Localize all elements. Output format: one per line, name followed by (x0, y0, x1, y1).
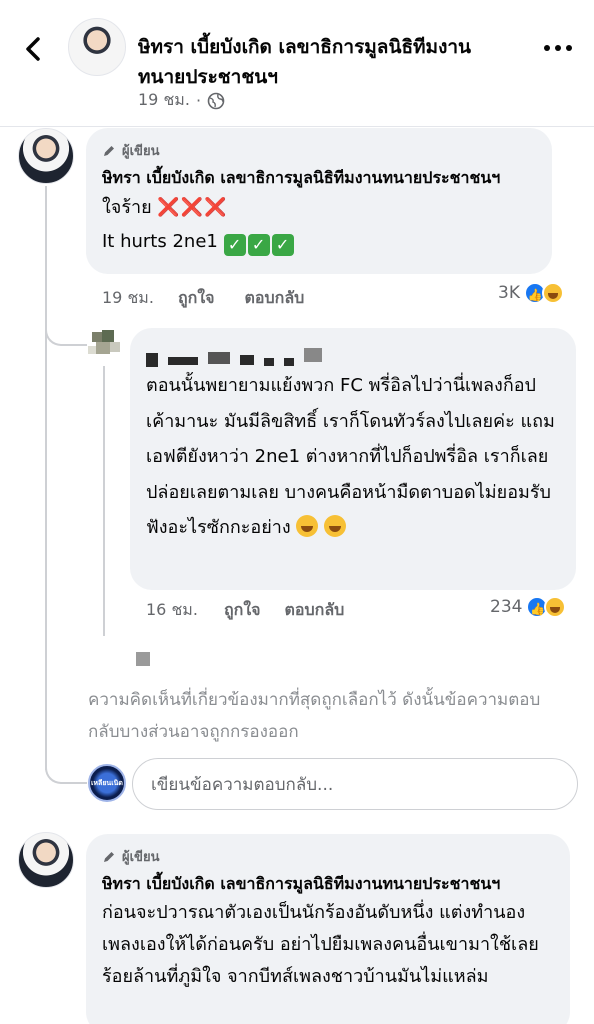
comment-actions: 19 ชม. ถูกใจ ตอบกลับ (102, 286, 304, 311)
comment-text: ก่อนจะปวารณาตัวเองเป็นนักร้องอันดับหนึ่ง… (102, 902, 539, 987)
comment-bubble: ผู้เขียน ษิทรา เบี้ยบังเกิด เลขาธิการมูล… (86, 128, 552, 274)
comment-text-line: ใจร้าย ❌❌❌ (102, 191, 536, 225)
thread-connector (45, 740, 87, 784)
reply-button[interactable]: ตอบกลับ (285, 598, 345, 623)
page-title[interactable]: ษิทรา เบี้ยบังเกิด เลขาธิการมูลนิธิทีมงา… (138, 32, 518, 92)
reply-thread-line (103, 366, 105, 636)
comment-text: It hurts 2ne1 (102, 231, 218, 252)
comment-time: 19 ชม. (102, 288, 154, 307)
haha-reaction-icon (541, 282, 564, 304)
chevron-left-icon (26, 37, 40, 61)
reply-text: ตอนนั้นพยายามแย้งพวก FC พรี่อิลไปว่านี่เ… (146, 368, 560, 546)
like-button[interactable]: ถูกใจ (224, 598, 261, 623)
author-avatar[interactable] (68, 18, 126, 76)
author-badge: ผู้เขียน (102, 846, 554, 867)
haha-reaction-icon (544, 596, 567, 618)
author-badge-label: ผู้เขียน (122, 850, 160, 865)
post-header: ษิทรา เบี้ยบังเกิด เลขาธิการมูลนิธิทีมงา… (0, 0, 594, 126)
cross-mark-icon: ❌❌❌ (157, 197, 228, 218)
check-mark-icon: ✓ (247, 234, 270, 256)
check-mark-icon: ✓ (223, 234, 246, 256)
reply-text-content: ตอนนั้นพยายามแย้งพวก FC พรี่อิลไปว่านี่เ… (146, 375, 555, 538)
reply-input-placeholder: เขียนข้อความตอบกลับ... (151, 774, 334, 795)
current-user-avatar: เหลียนเนิด (88, 764, 126, 802)
comment-text: ใจร้าย (102, 197, 152, 218)
meta-separator: · (195, 91, 202, 110)
like-button[interactable]: ถูกใจ (178, 286, 215, 311)
author-badge-label: ผู้เขียน (122, 144, 160, 159)
globe-icon (207, 92, 225, 109)
thread-connector (45, 310, 87, 346)
avatar-text: เหลียนเนิด (91, 779, 123, 787)
header-divider (0, 126, 594, 127)
reaction-count: 3K (498, 283, 520, 303)
dot-icon (544, 45, 550, 51)
reaction-summary[interactable]: 234 👍 (490, 596, 567, 618)
thread-line (45, 186, 47, 770)
reply-button[interactable]: ตอบกลับ (245, 286, 305, 311)
reaction-count: 234 (490, 597, 523, 617)
more-options-button[interactable] (540, 36, 576, 60)
pencil-icon (104, 851, 114, 862)
check-mark-icon: ✓ (271, 234, 294, 256)
comment-author-avatar[interactable] (18, 128, 74, 184)
filtered-replies-notice: ความคิดเห็นที่เกี่ยวข้องมากที่สุดถูกเลือ… (88, 690, 541, 742)
dot-icon (566, 45, 572, 51)
reply-input[interactable]: เขียนข้อความตอบกลับ... (132, 758, 578, 810)
post-meta: 19 ชม. · (138, 88, 225, 113)
reply-author-avatar[interactable] (88, 326, 124, 362)
comment-bubble: ผู้เขียน ษิทรา เบี้ยบังเกิด เลขาธิการมูล… (86, 834, 570, 1024)
rofl-emoji-icon (324, 515, 347, 537)
reply-time: 16 ชม. (146, 600, 198, 619)
reply-bubble: ตอนนั้นพยายามแย้งพวก FC พรี่อิลไปว่านี่เ… (130, 328, 576, 590)
rofl-emoji-icon (296, 515, 319, 537)
reply-actions: 16 ชม. ถูกใจ ตอบกลับ (146, 598, 344, 623)
author-badge: ผู้เขียน (102, 140, 536, 161)
comment-author-avatar[interactable] (18, 832, 74, 888)
post-time: 19 ชม. (138, 90, 190, 109)
hidden-reply-placeholder[interactable] (136, 652, 150, 666)
redacted-author-name[interactable] (146, 342, 560, 368)
comment-text-line: It hurts 2ne1 ✓ ✓ ✓ (102, 225, 536, 259)
pencil-icon (104, 145, 114, 156)
dot-icon (555, 45, 561, 51)
comment-author-name[interactable]: ษิทรา เบี้ยบังเกิด เลขาธิการมูลนิธิทีมงา… (102, 871, 554, 897)
reaction-summary[interactable]: 3K 👍 (498, 282, 564, 304)
comment-author-name[interactable]: ษิทรา เบี้ยบังเกิด เลขาธิการมูลนิธิทีมงา… (102, 165, 536, 191)
back-button[interactable] (20, 34, 48, 64)
